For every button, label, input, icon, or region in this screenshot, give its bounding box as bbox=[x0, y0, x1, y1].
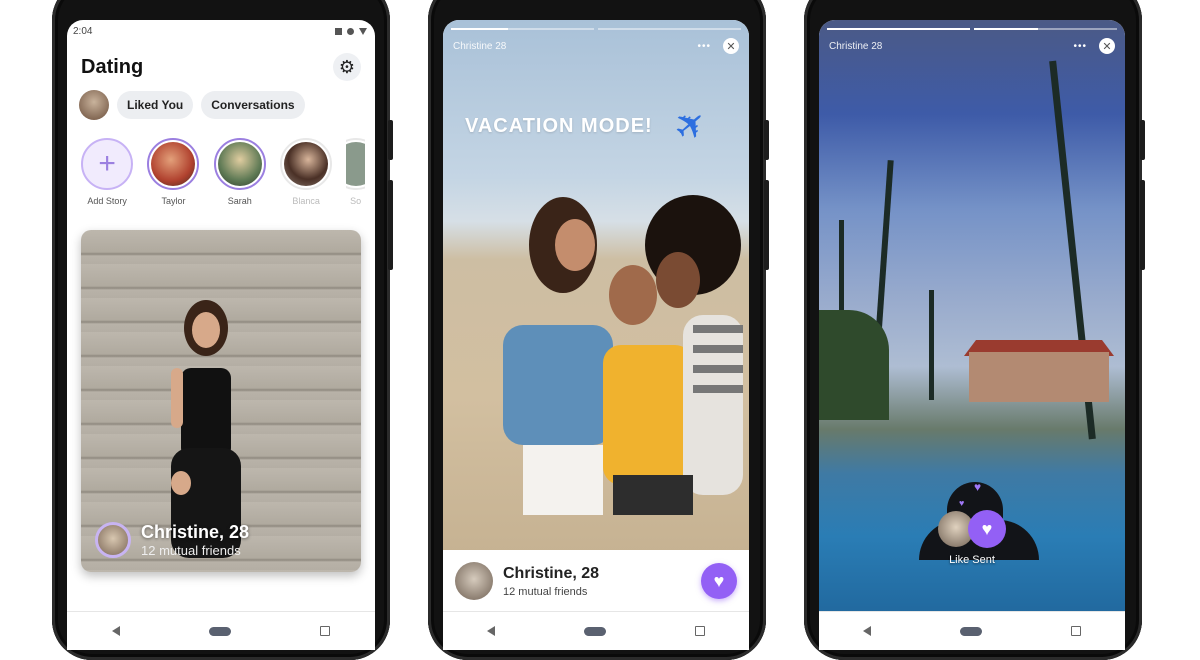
screen: 2:04 Dating ⚙ Liked You Conversations + … bbox=[67, 20, 375, 650]
home-icon[interactable] bbox=[583, 626, 606, 636]
story-caption: VACATION MODE! bbox=[465, 115, 653, 137]
story-blanca[interactable]: Blanca bbox=[280, 138, 333, 206]
progress-segment bbox=[827, 28, 970, 30]
profile-avatar[interactable] bbox=[79, 90, 109, 120]
story-taylor[interactable]: Taylor bbox=[147, 138, 200, 206]
progress-segment bbox=[598, 28, 741, 30]
back-icon[interactable] bbox=[111, 626, 120, 636]
back-icon[interactable] bbox=[863, 626, 872, 636]
profile-mutual-friends: 12 mutual friends bbox=[503, 585, 588, 598]
page-title: Dating bbox=[81, 55, 144, 78]
volume-button bbox=[764, 180, 769, 270]
profile-card[interactable]: Christine, 28 12 mutual friends bbox=[81, 230, 361, 572]
android-nav-bar bbox=[67, 611, 375, 650]
phone-story-vacation: Christine 28 ••• ✕ VACATION MODE! ✈ Chri… bbox=[428, 0, 769, 660]
recents-icon[interactable] bbox=[1070, 626, 1081, 636]
like-sent-label: Like Sent bbox=[949, 554, 995, 566]
home-icon[interactable] bbox=[959, 626, 982, 636]
plus-icon[interactable]: + bbox=[81, 138, 134, 190]
settings-gear-icon[interactable]: ⚙ bbox=[333, 53, 361, 81]
recents-icon[interactable] bbox=[320, 626, 331, 636]
palm-tree bbox=[929, 290, 934, 400]
story-partial[interactable]: So bbox=[346, 138, 365, 206]
android-nav-bar bbox=[819, 611, 1125, 650]
phone-story-like-sent: ♥ ♥ Christine 28 ••• ✕ ♥ Like Sent bbox=[804, 0, 1145, 660]
story-owner: Christine 28 bbox=[453, 40, 507, 52]
volume-button bbox=[1140, 180, 1145, 270]
card-mutual-friends: 12 mutual friends bbox=[141, 543, 241, 558]
more-options-icon[interactable]: ••• bbox=[1073, 41, 1087, 52]
close-icon[interactable]: ✕ bbox=[1099, 38, 1115, 54]
building bbox=[969, 352, 1109, 402]
story-label: Add Story bbox=[87, 196, 127, 206]
progress-segment bbox=[451, 28, 594, 30]
screen: ♥ ♥ Christine 28 ••• ✕ ♥ Like Sent bbox=[819, 20, 1125, 650]
foliage bbox=[819, 310, 889, 420]
story-avatar[interactable] bbox=[346, 142, 365, 186]
story-progress bbox=[451, 28, 741, 30]
floating-heart-icon: ♥ bbox=[974, 480, 982, 494]
heart-icon: ♥ bbox=[968, 510, 1006, 548]
home-icon[interactable] bbox=[208, 626, 231, 636]
power-button bbox=[1140, 120, 1145, 160]
story-photo-friends bbox=[503, 195, 743, 515]
battery-icon bbox=[347, 27, 354, 35]
progress-segment bbox=[974, 28, 1117, 30]
story-sarah[interactable]: Sarah bbox=[213, 138, 266, 206]
close-icon[interactable]: ✕ bbox=[723, 38, 739, 54]
power-button bbox=[764, 120, 769, 160]
conversations-chip[interactable]: Conversations bbox=[201, 91, 305, 119]
wifi-icon bbox=[359, 27, 367, 35]
story-label: Blanca bbox=[292, 196, 320, 206]
story-add[interactable]: + Add Story bbox=[81, 138, 134, 206]
status-bar: 2:04 bbox=[67, 20, 375, 42]
story-avatar[interactable] bbox=[217, 142, 262, 186]
story-progress bbox=[827, 28, 1117, 30]
stories-row: + Add Story Taylor Sarah Blanca So bbox=[67, 120, 375, 206]
android-nav-bar bbox=[443, 611, 749, 650]
recents-icon[interactable] bbox=[694, 626, 705, 636]
profile-avatar[interactable] bbox=[455, 562, 493, 600]
story-label: Sarah bbox=[227, 196, 252, 206]
like-sent-confirmation: ♥ Like Sent bbox=[819, 510, 1125, 566]
story-owner: Christine 28 bbox=[829, 40, 883, 52]
like-heart-button[interactable]: ♥ bbox=[701, 563, 737, 599]
phone-dating-home: 2:04 Dating ⚙ Liked You Conversations + … bbox=[52, 0, 393, 660]
card-name: Christine, 28 bbox=[141, 522, 250, 542]
profile-name: Christine, 28 bbox=[503, 564, 600, 582]
screen: Christine 28 ••• ✕ VACATION MODE! ✈ Chri… bbox=[443, 20, 749, 650]
story-label: So bbox=[350, 196, 362, 206]
more-options-icon[interactable]: ••• bbox=[697, 41, 711, 52]
status-time: 2:04 bbox=[73, 25, 93, 37]
back-icon[interactable] bbox=[487, 626, 496, 636]
liked-you-chip[interactable]: Liked You bbox=[117, 91, 194, 119]
story-avatar[interactable] bbox=[284, 142, 329, 186]
power-button bbox=[388, 120, 393, 160]
card-avatar bbox=[95, 522, 131, 558]
volume-button bbox=[388, 180, 393, 270]
story-avatar[interactable] bbox=[151, 142, 196, 186]
floating-heart-icon: ♥ bbox=[959, 498, 965, 508]
profile-bar[interactable]: Christine, 28 12 mutual friends ♥ bbox=[443, 550, 749, 612]
story-label: Taylor bbox=[161, 196, 186, 206]
signal-icon bbox=[335, 27, 342, 35]
